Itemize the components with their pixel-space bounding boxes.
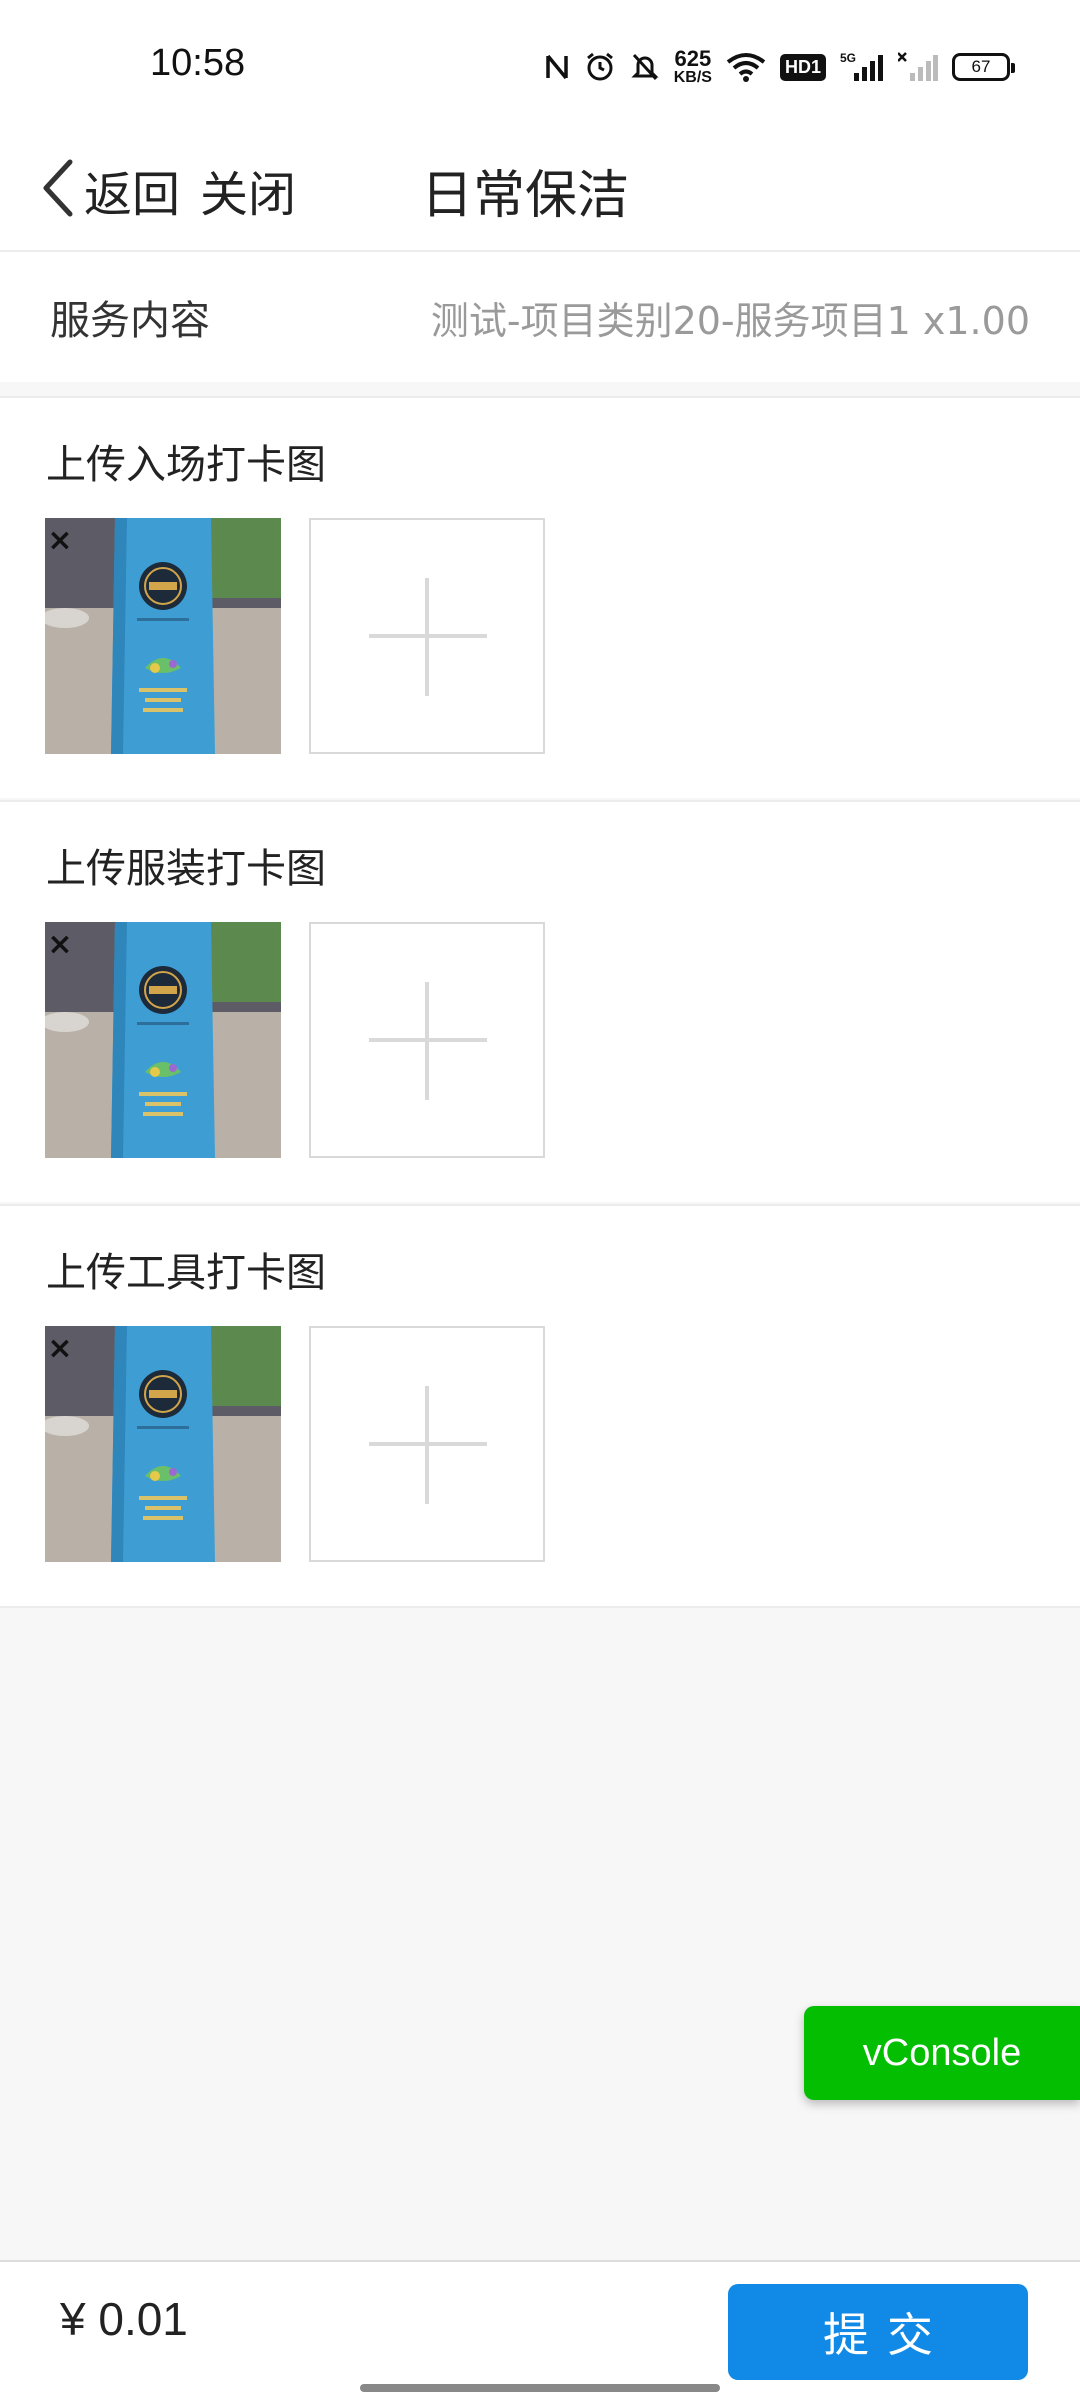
add-photo-button[interactable] [309,922,545,1158]
wifi-icon [726,52,766,82]
upload-section-clothing: 上传服装打卡图 × [0,800,1080,1202]
status-bar: 10:58 625 KB/S HD1 5G 67 [0,0,1080,130]
uploaded-photo[interactable]: × [45,518,281,754]
upload-section-entry: 上传入场打卡图 × [0,396,1080,798]
uploaded-photo[interactable]: × [45,922,281,1158]
photo-thumbnail [45,922,281,1158]
service-content-label: 服务内容 [50,298,210,344]
photo-thumbnail [45,1326,281,1562]
service-content-value: 测试-项目类别20-服务项目1 x1.00 [430,298,1030,343]
vconsole-button[interactable]: vConsole [804,2006,1080,2100]
page-title: 日常保洁 [420,165,629,226]
service-content-row: 服务内容 测试-项目类别20-服务项目1 x1.00 [0,252,1080,382]
add-photo-button[interactable] [309,1326,545,1562]
uploaded-photo[interactable]: × [45,1326,281,1562]
upload-section-tools: 上传工具打卡图 × [0,1204,1080,1608]
hd-badge: HD1 [779,53,826,81]
section-title: 上传工具打卡图 [46,1250,326,1296]
battery-icon: 67 [952,53,1015,81]
status-icons: 625 KB/S HD1 5G 67 [544,44,1015,90]
signal-label: 5G [840,51,856,65]
net-speed-value: 625 [674,46,712,71]
plus-icon-stroke [425,982,429,1100]
remove-photo-button[interactable]: × [45,526,75,556]
section-title: 上传服装打卡图 [46,846,326,892]
photo-thumbnail [45,518,281,754]
home-indicator[interactable] [360,2384,720,2392]
mute-icon [630,51,660,83]
nfc-icon [544,52,570,82]
remove-photo-button[interactable]: × [45,1334,75,1364]
plus-icon-stroke [425,578,429,696]
section-title: 上传入场打卡图 [46,442,326,488]
remove-photo-button[interactable]: × [45,930,75,960]
signal-off-icon [898,51,938,83]
footer-bar: ¥ 0.01 提交 [0,2260,1080,2400]
add-photo-button[interactable] [309,518,545,754]
net-speed: 625 KB/S [674,48,712,86]
status-time: 10:58 [150,42,246,84]
plus-icon-stroke [425,1386,429,1504]
net-speed-unit: KB/S [673,69,712,86]
signal-icon: 5G [840,51,884,83]
alarm-icon [584,51,616,83]
nav-bar: 返回 关闭 日常保洁 [0,130,1080,252]
submit-button[interactable]: 提交 [728,2284,1028,2380]
total-price: ¥ 0.01 [60,2293,188,2345]
